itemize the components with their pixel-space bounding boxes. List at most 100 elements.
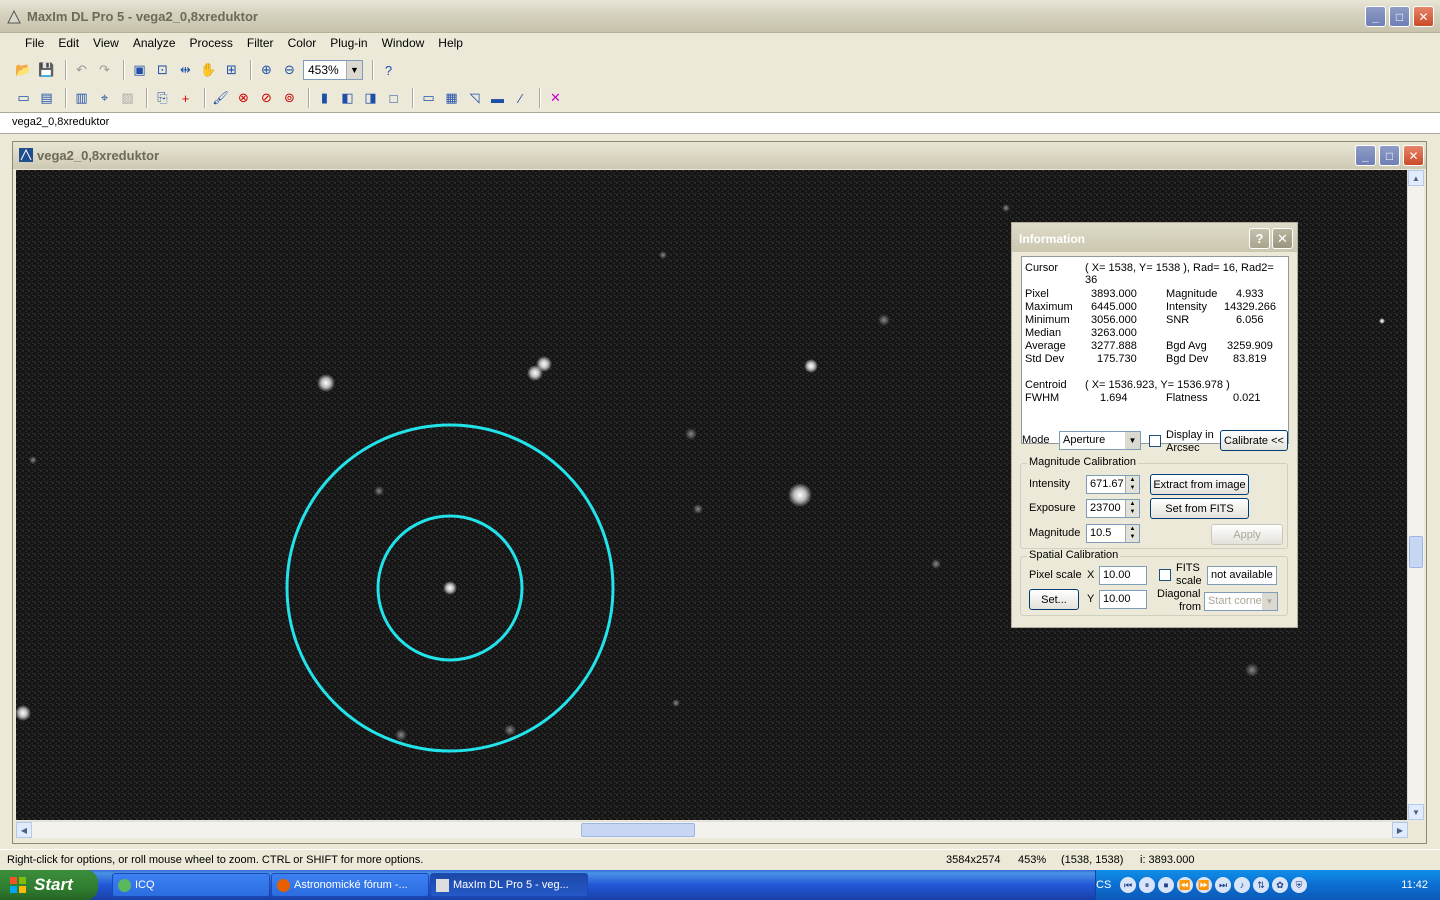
scroll-down-icon[interactable]: ▼ [1408, 804, 1424, 820]
histogram-icon[interactable]: ▮ [315, 89, 334, 108]
crosshair-icon[interactable]: + [176, 89, 195, 108]
apply-button[interactable]: Apply [1211, 524, 1283, 545]
menu-process[interactable]: Process [187, 33, 236, 55]
chevron-down-icon[interactable]: ▼ [1262, 593, 1277, 610]
undo-icon[interactable]: ↶ [72, 61, 91, 80]
minimize-button[interactable]: _ [1365, 6, 1386, 27]
save-icon[interactable]: 💾 [37, 61, 56, 80]
copy-icon[interactable]: ⎘ [153, 89, 172, 108]
combine-icon[interactable]: ◨ [361, 89, 380, 108]
close-button[interactable]: ✕ [1272, 228, 1293, 249]
extract-from-image-button[interactable]: Extract from image [1150, 474, 1249, 495]
menu-analyze[interactable]: Analyze [130, 33, 179, 55]
task-maxim[interactable]: MaxIm DL Pro 5 - veg... [430, 873, 588, 897]
scroll-left-icon[interactable]: ◀ [16, 822, 32, 838]
set-button[interactable]: Set... [1029, 589, 1079, 610]
icq-tray-icon[interactable]: ✿ [1272, 877, 1288, 893]
target-icon[interactable]: ⊗ [234, 89, 253, 108]
media-forward-icon[interactable]: ⏩ [1196, 877, 1212, 893]
line-icon[interactable]: ⁄ [511, 89, 530, 108]
menu-edit[interactable]: Edit [55, 33, 82, 55]
pixel-scale-y-input[interactable]: 10.00 [1099, 590, 1147, 609]
antivirus-icon[interactable]: ⛨ [1291, 877, 1307, 893]
menu-window[interactable]: Window [379, 33, 428, 55]
fits-scale-checkbox[interactable] [1159, 569, 1171, 581]
menu-view[interactable]: View [90, 33, 122, 55]
scroll-right-icon[interactable]: ▶ [1392, 822, 1408, 838]
crop-icon[interactable]: □ [384, 89, 403, 108]
media-previous-icon[interactable]: ⏮ [1120, 877, 1136, 893]
rectangle-icon[interactable]: ▭ [419, 89, 438, 108]
media-pause-icon[interactable]: ⏸ [1139, 877, 1155, 893]
star-cross-icon[interactable]: ✕ [546, 89, 565, 108]
ruler-icon[interactable]: ▭ [14, 89, 33, 108]
no-entry-icon[interactable]: ⊘ [257, 89, 276, 108]
zoom-in-icon[interactable]: ⊕ [257, 61, 276, 80]
vertical-scroll-thumb[interactable] [1409, 536, 1423, 568]
close-button[interactable]: ✕ [1413, 6, 1434, 27]
media-stop-icon[interactable]: ⏹ [1158, 877, 1174, 893]
spin-arrows-icon[interactable]: ▲ ▼ [1125, 476, 1139, 493]
minimize-button[interactable]: _ [1355, 145, 1376, 166]
hand-icon[interactable]: ✋ [199, 61, 218, 80]
network-icon[interactable]: ⇅ [1253, 877, 1269, 893]
spin-arrows-icon[interactable]: ▲ ▼ [1125, 500, 1139, 517]
chevron-down-icon[interactable]: ▼ [346, 61, 362, 79]
brush-icon[interactable]: 🖌 [211, 89, 230, 108]
menu-color[interactable]: Color [285, 33, 320, 55]
menu-filter[interactable]: Filter [244, 33, 277, 55]
mag-intensity-input[interactable]: 671.67 ▲ ▼ [1086, 475, 1140, 494]
maximize-button[interactable]: □ [1389, 6, 1410, 27]
redo-icon[interactable]: ↷ [95, 61, 114, 80]
menu-help[interactable]: Help [435, 33, 466, 55]
curve-icon[interactable]: ◹ [465, 89, 484, 108]
volume-icon[interactable]: ♪ [1234, 877, 1250, 893]
scroll-up-icon[interactable]: ▲ [1408, 170, 1424, 186]
menu-plugin[interactable]: Plug-in [327, 33, 370, 55]
mag-magnitude-input[interactable]: 10.5 ▲ ▼ [1086, 524, 1140, 543]
language-indicator[interactable]: CS [1096, 879, 1111, 891]
exposure-input[interactable]: 23700 ▲ ▼ [1086, 499, 1140, 518]
screen-stretch-icon[interactable]: ⊞ [222, 61, 241, 80]
task-firefox[interactable]: Astronomické fórum -... [271, 873, 429, 897]
pixel-scale-x-input[interactable]: 10.00 [1099, 566, 1147, 585]
telescope-icon[interactable]: ⌖ [95, 89, 114, 108]
mode-select[interactable]: Aperture ▼ [1059, 431, 1141, 450]
document-tab[interactable]: vega2_0,8xreduktor [12, 116, 109, 128]
vertical-scrollbar[interactable]: ▲ ▼ [1407, 170, 1424, 820]
zoom-select[interactable]: 453% ▼ [303, 60, 363, 80]
calibrate-button[interactable]: Calibrate << [1220, 430, 1288, 451]
fit-screen-icon[interactable]: ⊡ [153, 61, 172, 80]
bar-icon[interactable]: ▬ [488, 89, 507, 108]
start-button[interactable]: Start [0, 870, 98, 900]
zoom-out-icon[interactable]: ⊖ [280, 61, 299, 80]
stack-icon[interactable]: ▤ [37, 89, 56, 108]
menu-file[interactable]: File [22, 33, 47, 55]
stop-icon[interactable]: ⊚ [280, 89, 299, 108]
calibrate-icon[interactable]: ▥ [72, 89, 91, 108]
mag-intensity-label: Intensity [1029, 478, 1070, 490]
display-arcsec-checkbox[interactable] [1149, 435, 1161, 447]
horizontal-scroll-thumb[interactable] [581, 823, 695, 837]
chevron-down-icon[interactable]: ▼ [1125, 432, 1140, 449]
taskbar: Start ICQ Astronomické fórum -... MaxIm … [0, 870, 1440, 900]
help-button[interactable]: ? [1249, 228, 1270, 249]
open-icon[interactable]: 📂 [14, 61, 33, 80]
context-help-icon[interactable]: ? [379, 61, 398, 80]
flip-icon[interactable]: ⇹ [176, 61, 195, 80]
media-next-icon[interactable]: ⏭ [1215, 877, 1231, 893]
photo-icon[interactable]: ▦ [442, 89, 461, 108]
image-icon[interactable]: ▣ [130, 61, 149, 80]
set-from-fits-button[interactable]: Set from FITS [1150, 498, 1249, 519]
start-corner-select[interactable]: Start corner ▼ [1204, 592, 1278, 611]
horizontal-scrollbar[interactable]: ◀ ▶ [16, 821, 1408, 838]
spin-arrows-icon[interactable]: ▲ ▼ [1125, 525, 1139, 542]
close-button[interactable]: ✕ [1403, 145, 1424, 166]
minimum-value: 3056.000 [1091, 314, 1137, 326]
camera-icon[interactable]: ▨ [118, 89, 137, 108]
align-icon[interactable]: ◧ [338, 89, 357, 108]
media-back-icon[interactable]: ⏪ [1177, 877, 1193, 893]
maximize-button[interactable]: □ [1379, 145, 1400, 166]
document-tab-bar: vega2_0,8xreduktor [0, 112, 1440, 134]
task-icq[interactable]: ICQ [112, 873, 270, 897]
